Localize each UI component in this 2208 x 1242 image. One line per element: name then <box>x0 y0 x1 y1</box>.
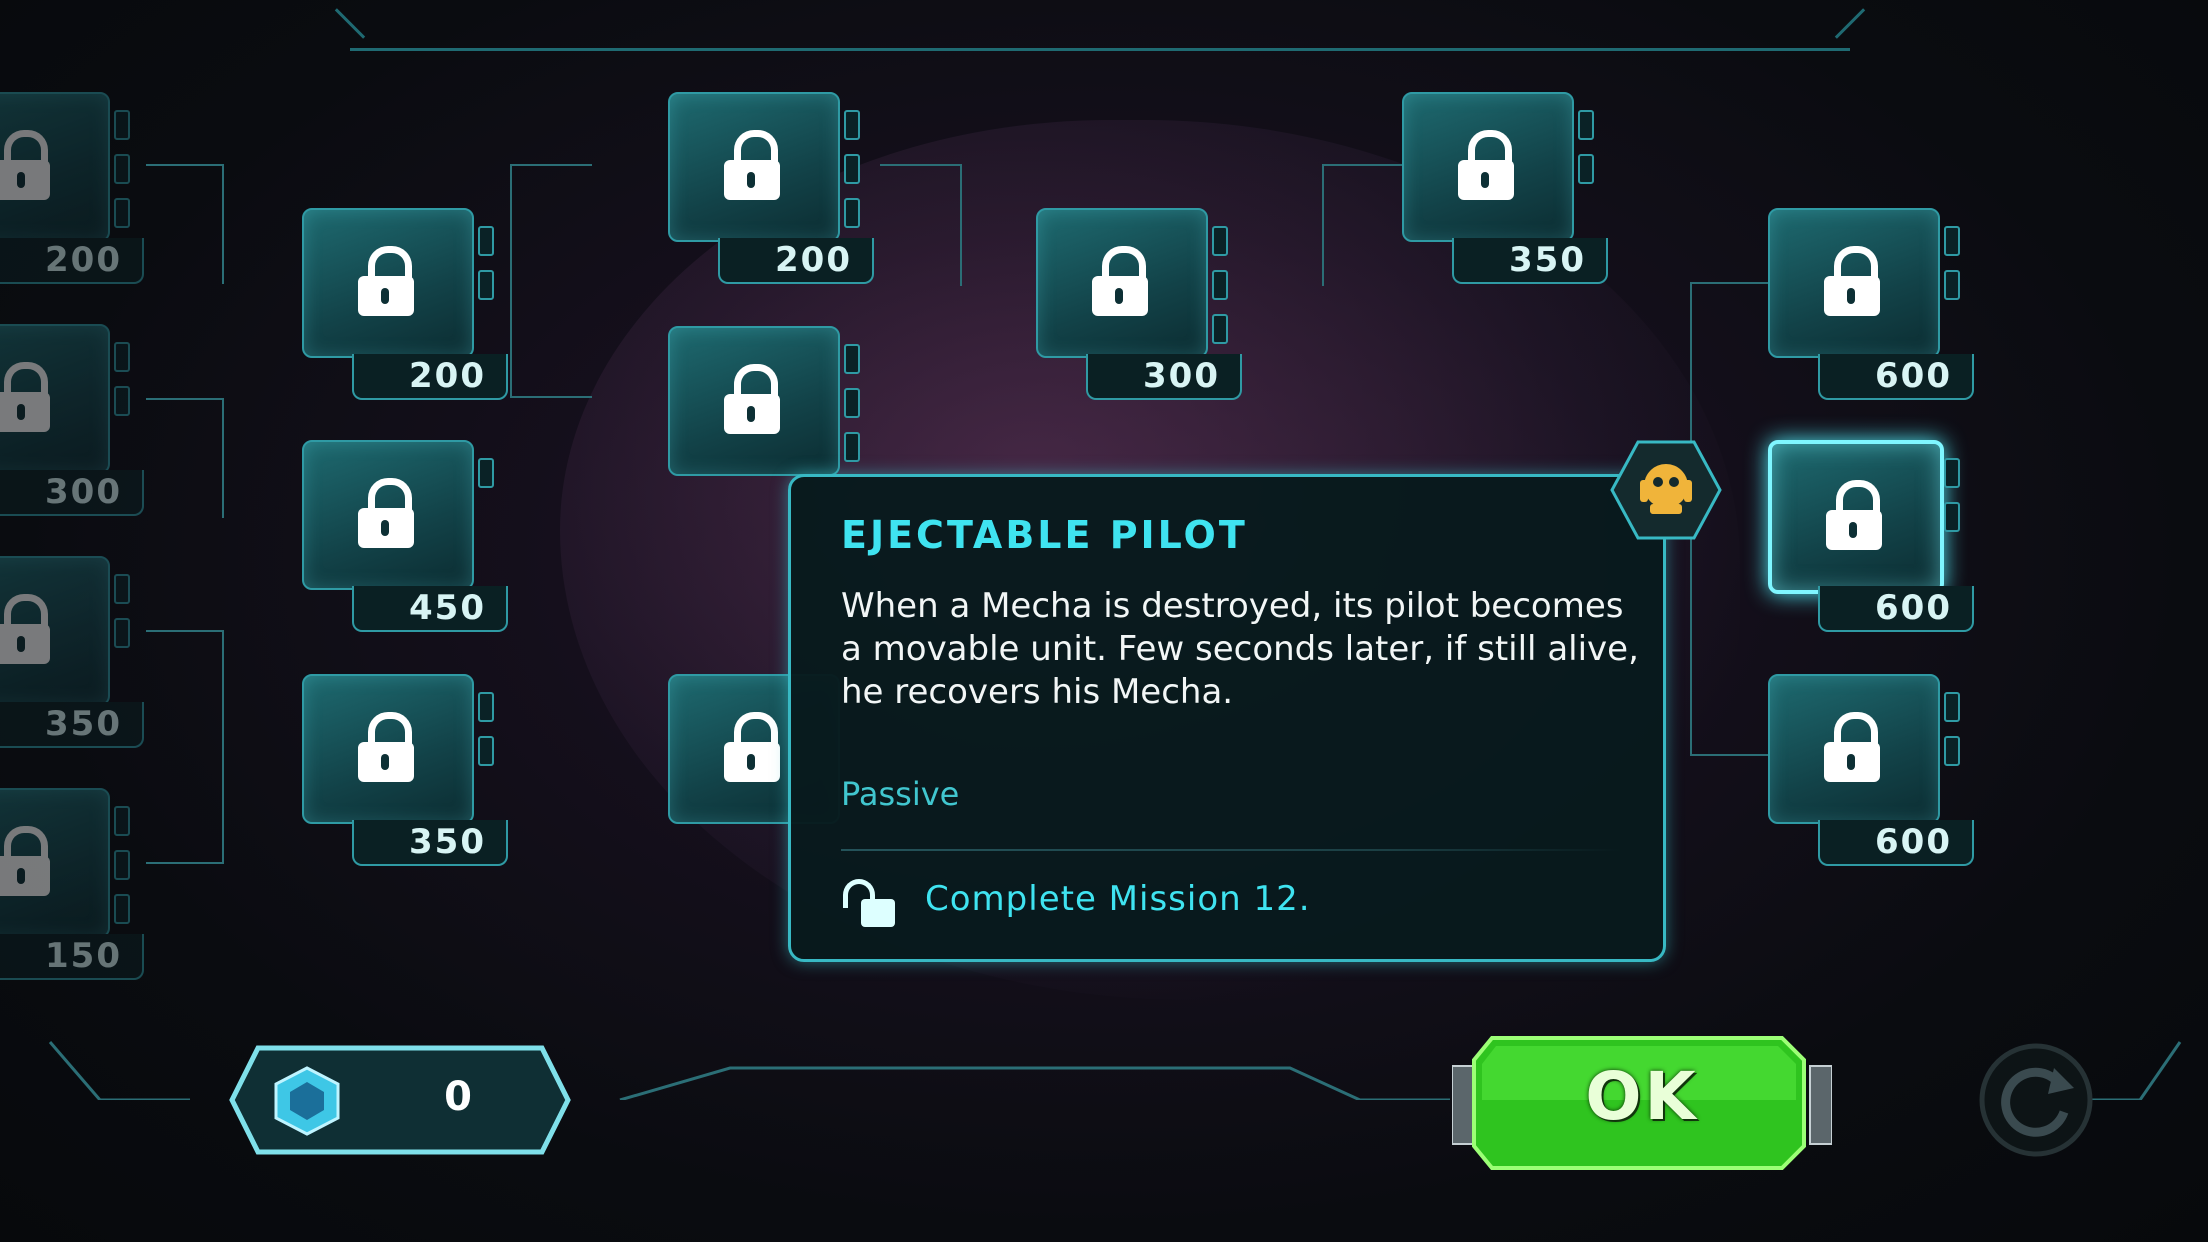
lock-icon <box>722 364 782 434</box>
lock-icon <box>0 130 52 200</box>
lock-icon <box>0 362 52 432</box>
skill-node[interactable]: 350 <box>0 556 144 748</box>
skill-cost: 150 <box>0 934 144 980</box>
lock-icon <box>356 712 416 782</box>
mecha-skill-icon <box>1610 440 1722 540</box>
skill-cost: 300 <box>1086 354 1242 400</box>
top-frame-line <box>350 0 1850 51</box>
unlock-icon <box>841 875 897 931</box>
skill-node[interactable]: 300 <box>0 324 144 516</box>
lock-icon <box>356 478 416 548</box>
currency-value: 0 <box>444 1074 472 1120</box>
skill-cost: 600 <box>1818 354 1974 400</box>
ok-button[interactable]: OK <box>1452 1036 1832 1170</box>
skill-info-popup: EJECTABLE PILOT When a Mecha is destroye… <box>788 474 1666 962</box>
skill-node[interactable]: 200 <box>668 92 874 284</box>
skill-cost: 350 <box>352 820 508 866</box>
skill-node[interactable]: 450 <box>302 440 508 632</box>
skill-node[interactable]: 300 <box>1036 208 1242 400</box>
tree-connector <box>880 164 962 286</box>
lock-icon <box>1456 130 1516 200</box>
currency-display: 0 <box>228 1044 572 1156</box>
lock-icon <box>1090 246 1150 316</box>
tree-connector <box>510 164 592 398</box>
skill-type: Passive <box>841 775 960 813</box>
crystal-icon <box>274 1066 340 1136</box>
skill-description: When a Mecha is destroyed, its pilot bec… <box>841 586 1639 712</box>
lock-icon <box>1822 246 1882 316</box>
lock-icon <box>0 594 52 664</box>
skill-node[interactable]: 200 <box>0 92 144 284</box>
skill-cost: 600 <box>1818 820 1974 866</box>
lock-icon <box>1824 480 1884 550</box>
lock-icon <box>1822 712 1882 782</box>
tree-connector <box>146 164 224 284</box>
skill-node[interactable]: 600 <box>1768 674 1974 866</box>
skill-node[interactable]: 150 <box>0 788 144 980</box>
unlock-requirement: Complete Mission 12. <box>925 879 1311 919</box>
skill-cost: 450 <box>352 586 508 632</box>
tree-connector <box>1322 164 1404 286</box>
skill-cost: 200 <box>0 238 144 284</box>
skill-cost: 200 <box>718 238 874 284</box>
skill-node[interactable]: 200 <box>302 208 508 400</box>
skill-cost: 350 <box>0 702 144 748</box>
tree-connector <box>146 630 224 864</box>
lock-icon <box>356 246 416 316</box>
skill-node-selected[interactable]: 600 <box>1768 440 1974 632</box>
skill-title: EJECTABLE PILOT <box>841 513 1248 557</box>
ok-label: OK <box>1585 1058 1699 1135</box>
popup-divider <box>841 849 1621 851</box>
lock-icon <box>722 712 782 782</box>
skill-cost: 300 <box>0 470 144 516</box>
skill-node[interactable]: 350 <box>302 674 508 866</box>
skill-cost: 600 <box>1818 586 1974 632</box>
skill-node[interactable]: 600 <box>1768 208 1974 400</box>
skill-cost: 350 <box>1452 238 1608 284</box>
reset-icon[interactable] <box>1976 1040 2096 1160</box>
lock-icon <box>0 826 52 896</box>
skill-cost: 200 <box>352 354 508 400</box>
lock-icon <box>722 130 782 200</box>
tree-connector <box>146 398 224 518</box>
skill-node[interactable]: 350 <box>1402 92 1608 284</box>
skill-node[interactable] <box>668 326 874 476</box>
